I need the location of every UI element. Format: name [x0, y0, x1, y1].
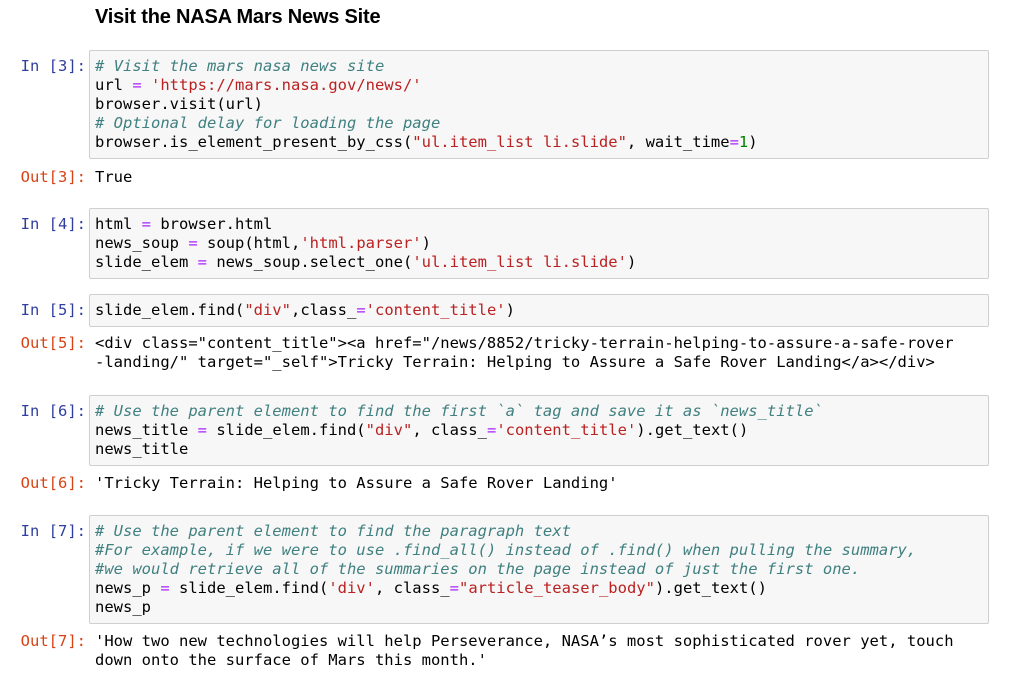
code-token: news_soup [95, 234, 189, 252]
code-operator: = [160, 579, 170, 597]
input-prompt: In [7]: [20, 522, 86, 540]
code-input[interactable]: # Use the parent element to find the fir… [89, 395, 989, 466]
output-prompt: Out[5]: [20, 334, 86, 352]
code-token: , class_ [412, 421, 487, 439]
code-token: ) [505, 301, 515, 319]
code-token: ,class_ [290, 301, 357, 319]
code-token: slide_elem.find( [207, 421, 366, 439]
input-prompt: In [4]: [20, 215, 86, 233]
code-line: # Visit the mars nasa news site [95, 57, 983, 76]
output-prompt: Out[6]: [20, 474, 86, 492]
output-line: 'How two new technologies will help Pers… [95, 632, 954, 650]
code-operator: = [141, 215, 152, 233]
output-line: 'Tricky Terrain: Helping to Assure a Saf… [95, 474, 618, 492]
code-input[interactable]: html = browser.html news_soup = soup(html… [89, 208, 989, 279]
code-line: slide_elem.find("div",class_='content_ti… [95, 301, 983, 320]
code-comment: # Optional delay for loading the page [95, 114, 441, 132]
output-line: down onto the surface of Mars this month… [95, 651, 487, 669]
cell-output: <div class="content_title"><a href="/new… [95, 334, 995, 372]
cell-output: True [95, 168, 995, 187]
code-token: html [95, 215, 142, 233]
code-line: browser.visit(url) [95, 95, 983, 114]
code-token: ).get_text() [636, 421, 749, 439]
code-operator: = [197, 421, 207, 439]
code-string: 'content_title' [496, 421, 637, 439]
code-string: 'ul.item_list li.slide' [412, 253, 627, 271]
code-comment: #we would retrieve all of the summaries … [95, 560, 861, 578]
output-line: True [95, 168, 133, 186]
input-prompt: In [3]: [20, 57, 86, 75]
code-line: html = browser.html [95, 215, 983, 234]
code-token: slide_elem [95, 253, 198, 271]
code-comment: # Use the parent element to find the par… [95, 522, 571, 540]
code-line: # Use the parent element to find the fir… [95, 402, 983, 421]
code-line: # Optional delay for loading the page [95, 114, 983, 133]
code-token: browser.visit(url) [95, 95, 263, 113]
code-operator: = [729, 133, 739, 151]
code-line: news_title = slide_elem.find("div", clas… [95, 421, 983, 440]
code-string: "ul.item_list li.slide" [412, 133, 627, 151]
code-line: browser.is_element_present_by_css("ul.it… [95, 133, 983, 152]
code-comment: #For example, if we were to use .find_al… [95, 541, 917, 559]
code-operator: = [188, 234, 198, 252]
code-comment: # Visit the mars nasa news site [95, 57, 385, 75]
cell-output: 'Tricky Terrain: Helping to Assure a Saf… [95, 474, 995, 493]
code-string: 'div' [328, 579, 375, 597]
code-token: slide_elem.find( [169, 579, 329, 597]
output-prompt: Out[3]: [20, 168, 86, 186]
code-token: ).get_text() [654, 579, 767, 597]
code-operator: = [486, 421, 497, 439]
output-line: <div class="content_title"><a href="/new… [95, 334, 954, 352]
input-prompt: In [6]: [20, 402, 86, 420]
code-string: 'content_title' [365, 301, 506, 319]
code-token: slide_elem.find( [95, 301, 245, 319]
code-number: 1 [738, 133, 749, 151]
code-input[interactable]: # Use the parent element to find the par… [89, 515, 989, 624]
code-line: url = 'https://mars.nasa.gov/news/' [95, 76, 983, 95]
code-input[interactable]: slide_elem.find("div",class_='content_ti… [89, 294, 989, 327]
code-token: ) [748, 133, 758, 151]
code-token: browser.html [151, 215, 273, 233]
code-operator: = [356, 301, 366, 319]
code-line: news_p = slide_elem.find('div', class_="… [95, 579, 983, 598]
code-line: news_soup = soup(html,'html.parser') [95, 234, 983, 253]
code-input[interactable]: # Visit the mars nasa news site url = 'ht… [89, 50, 989, 159]
code-token: ) [626, 253, 637, 271]
code-operator: = [449, 579, 459, 597]
output-prompt: Out[7]: [20, 632, 86, 650]
code-string: "article_teaser_body" [458, 579, 655, 597]
code-line: # Use the parent element to find the par… [95, 522, 983, 541]
code-token: news_title [95, 421, 198, 439]
code-token: soup(html, [197, 234, 301, 252]
code-token: ) [421, 234, 431, 252]
code-comment: # Use the parent element to find the fir… [95, 402, 823, 420]
code-token: url [95, 76, 133, 94]
cell-output: 'How two new technologies will help Pers… [95, 632, 995, 670]
code-string: 'https://mars.nasa.gov/news/' [151, 76, 422, 94]
code-token: news_title [95, 440, 189, 458]
input-prompt: In [5]: [20, 301, 86, 319]
output-line: -landing/" target="_self">Tricky Terrain… [95, 353, 935, 371]
code-token: news_soup.select_one( [207, 253, 413, 271]
code-line: news_title [95, 440, 983, 459]
code-token: browser.is_element_present_by_css( [95, 133, 413, 151]
code-string: "div" [365, 421, 413, 439]
code-operator: = [132, 76, 142, 94]
code-string: 'html.parser' [300, 234, 422, 252]
code-line: slide_elem = news_soup.select_one('ul.it… [95, 253, 983, 272]
code-operator: = [197, 253, 207, 271]
code-token: news_p [95, 579, 161, 597]
code-token: , wait_time [626, 133, 730, 151]
code-string: "div" [244, 301, 291, 319]
code-line: #we would retrieve all of the summaries … [95, 560, 983, 579]
code-line: #For example, if we were to use .find_al… [95, 541, 983, 560]
code-line: news_p [95, 598, 983, 617]
code-token: news_p [95, 598, 151, 616]
section-heading: Visit the NASA Mars News Site [95, 6, 381, 28]
code-token: , class_ [374, 579, 450, 597]
